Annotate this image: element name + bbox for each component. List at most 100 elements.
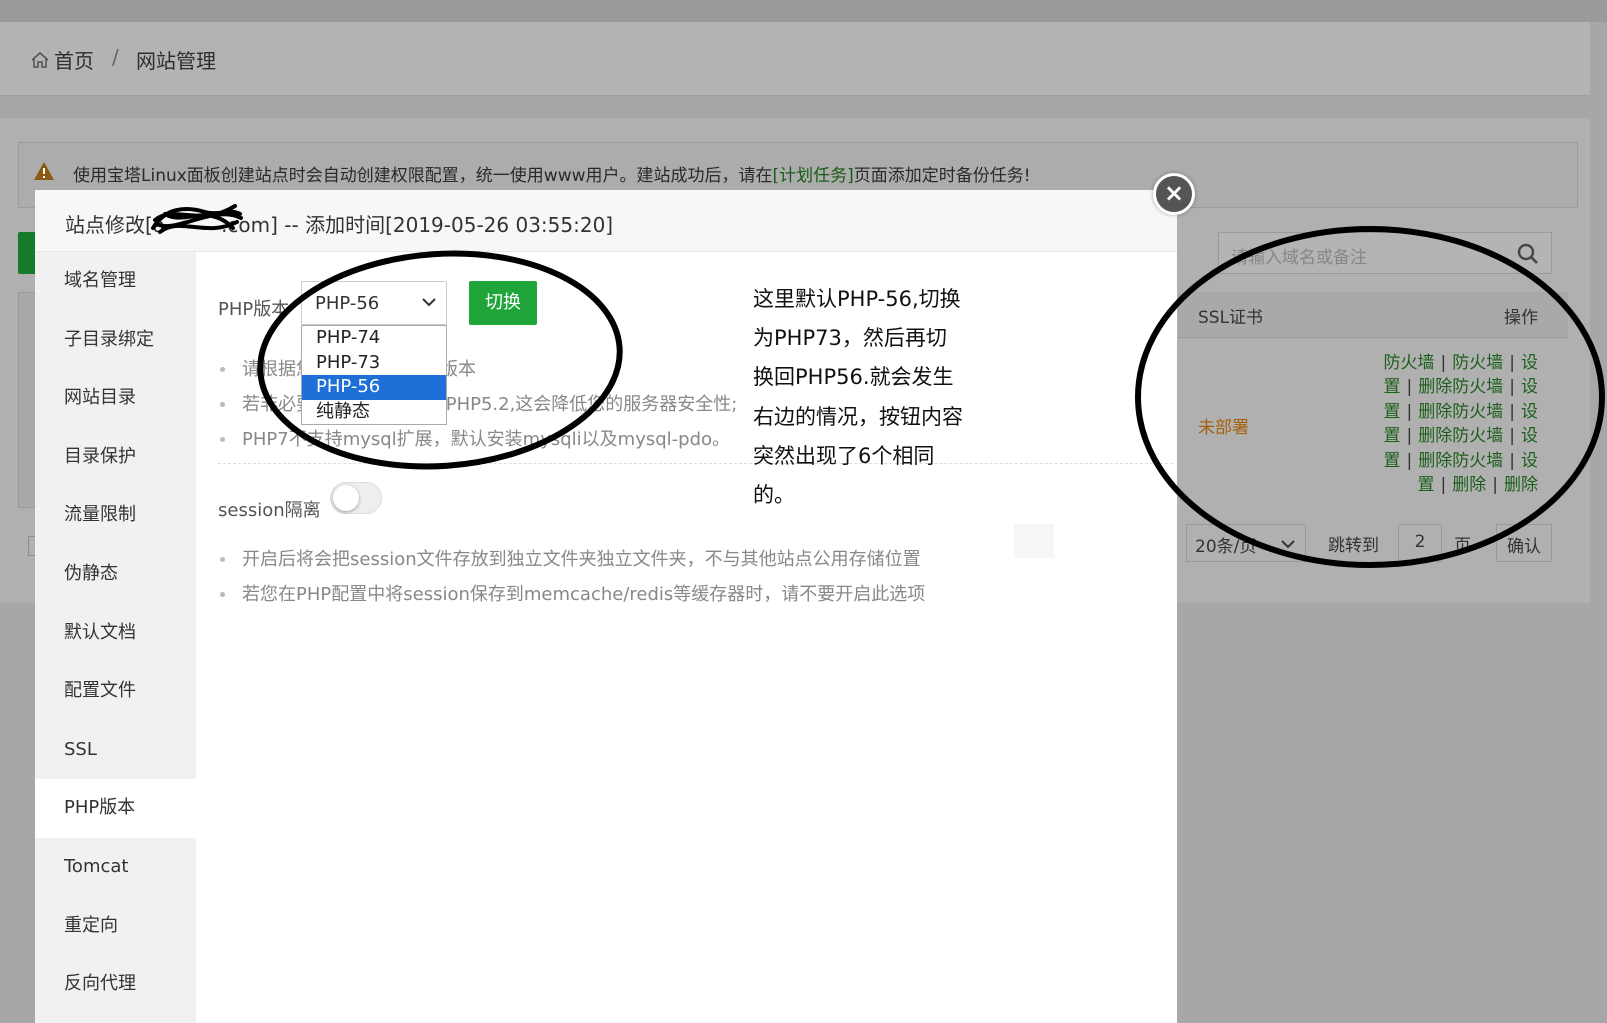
action-link[interactable]: 删除 (1452, 475, 1486, 495)
action-link[interactable]: 置 (1384, 426, 1401, 446)
action-separator: | (1406, 426, 1413, 447)
search-icon[interactable] (1517, 243, 1539, 265)
php-option[interactable]: PHP-74 (302, 326, 446, 351)
action-link[interactable]: 置 (1418, 475, 1435, 495)
page-input[interactable]: 2 (1398, 524, 1442, 562)
action-link[interactable]: 置 (1384, 402, 1401, 422)
modal-header: 站点修改[a .com] -- 添加时间[2019-05-26 03:55:20] (35, 190, 1177, 252)
session-isolation-toggle[interactable] (330, 482, 382, 514)
action-link[interactable]: 设 (1521, 426, 1538, 446)
action-separator: | (1509, 353, 1515, 373)
breadcrumb-separator: / (112, 45, 119, 69)
action-link[interactable]: 设 (1521, 353, 1538, 373)
action-link[interactable]: 设 (1521, 402, 1538, 422)
php-version-dropdown: PHP-74 PHP-73 PHP-56 纯静态 (301, 325, 447, 425)
action-line: 置 | 删除防火墙 | 设 (1384, 400, 1538, 424)
php-version-panel: PHP版本 PHP-56 切换 请根据您的程序需求选择版本 若非必要,请尽量不要… (196, 252, 1177, 1023)
menu-item[interactable]: 伪静态 (35, 545, 196, 604)
action-line: 置 | 删除防火墙 | 设 (1384, 449, 1538, 473)
menu-item[interactable]: Tomcat (35, 838, 196, 897)
session-isolation-label: session隔离 (218, 500, 321, 521)
action-link[interactable]: 设 (1521, 451, 1538, 471)
cron-task-link[interactable]: [计划任务] (773, 166, 854, 186)
session-tip: 开启后将会把session文件存放到独立文件夹独立文件夹，不与其他站点公用存储位… (218, 542, 1118, 577)
action-separator: | (1406, 401, 1413, 422)
session-tip: 若您在PHP配置中将session保存到memcache/redis等缓存器时，… (218, 577, 1118, 612)
annotation-line: 的。 (753, 483, 795, 508)
php-option[interactable]: PHP-56 (302, 375, 446, 400)
breadcrumb: 首页 / 网站管理 (0, 22, 1590, 96)
menu-item[interactable]: 反向代理 (35, 955, 196, 1014)
menu-item[interactable]: 流量限制 (35, 486, 196, 545)
alert-text: 使用宝塔Linux面板创建站点时会自动创建权限配置，统一使用www用户。建站成功… (73, 166, 1031, 186)
menu-item[interactable]: 默认文档 (35, 604, 196, 663)
menu-item[interactable]: 重定向 (35, 897, 196, 956)
action-link[interactable]: 设 (1521, 377, 1538, 397)
pagination: 20条/页 跳转到 2 页 确认 (1178, 522, 1568, 564)
top-bar (0, 0, 1607, 22)
action-link[interactable]: 删除防火墙 (1418, 377, 1503, 397)
menu-item[interactable]: PHP版本 (35, 779, 196, 838)
action-line: 防火墙 | 防火墙 | 设 (1384, 351, 1538, 375)
action-separator: | (1509, 377, 1515, 398)
page-unit-label: 页 (1454, 536, 1471, 556)
ssl-status[interactable]: 未部署 (1198, 413, 1249, 438)
menu-item[interactable]: SSL (35, 721, 196, 780)
site-edit-modal: 站点修改[a .com] -- 添加时间[2019-05-26 03:55:20]… (35, 190, 1177, 1023)
home-icon (31, 51, 49, 68)
action-separator: | (1509, 426, 1515, 447)
action-link[interactable]: 防火墙 (1384, 353, 1435, 373)
php-version-selected: PHP-56 (315, 293, 380, 314)
action-link[interactable]: 删除防火墙 (1418, 402, 1503, 422)
annotation-line: 突然出现了6个相同 (753, 443, 935, 468)
search-input[interactable]: 请输入域名或备注 (1231, 243, 1367, 268)
action-separator: | (1440, 353, 1447, 373)
session-tips: 开启后将会把session文件存放到独立文件夹独立文件夹，不与其他站点公用存储位… (218, 542, 1118, 612)
action-separator: | (1440, 475, 1447, 496)
annotation-line: 为PHP73，然后再切 (753, 326, 947, 351)
table-row: 未部署 防火墙 | 防火墙 | 设置 | 删除防火墙 | 设置 | 删除防火墙 | 设置 | 删除防火墙 | 设… (1178, 340, 1568, 505)
jump-to-label: 跳转到 (1328, 536, 1379, 556)
action-link[interactable]: 防火墙 (1452, 353, 1503, 373)
php-tip: PHP7不支持mysql扩展，默认安装mysqli以及mysql-pdo。 (218, 422, 778, 457)
toggle-knob (333, 485, 359, 511)
action-separator: | (1406, 377, 1413, 398)
action-line: 置 | 删除 | 删除 (1384, 473, 1538, 497)
action-link[interactable]: 删除 (1504, 475, 1538, 495)
section-divider (218, 463, 1173, 464)
menu-item[interactable]: 配置文件 (35, 662, 196, 721)
row-actions: 防火墙 | 防火墙 | 设置 | 删除防火墙 | 设置 | 删除防火墙 | 设置 | 删除防火墙 | 设置 | 删除… (1384, 351, 1538, 497)
action-line: 置 | 删除防火墙 | 设 (1384, 424, 1538, 448)
search-box[interactable]: 请输入域名或备注 (1218, 232, 1552, 274)
php-version-label: PHP版本 (218, 299, 290, 320)
action-line: 置 | 删除防火墙 | 设 (1384, 375, 1538, 399)
chevron-down-icon (422, 298, 436, 307)
annotation-line: 右边的情况，按钮内容 (753, 404, 963, 429)
php-version-select[interactable]: PHP-56 (301, 281, 447, 325)
close-modal-button[interactable]: × (1153, 173, 1195, 215)
menu-item[interactable]: 域名管理 (35, 252, 196, 311)
breadcrumb-current: 网站管理 (136, 49, 216, 73)
action-link[interactable]: 删除防火墙 (1418, 451, 1503, 471)
action-link[interactable]: 置 (1384, 377, 1401, 397)
page-size-select[interactable]: 20条/页 (1186, 524, 1306, 562)
switch-php-button[interactable]: 切换 (469, 281, 537, 325)
menu-item[interactable]: 网站目录 (35, 369, 196, 428)
action-separator: | (1406, 450, 1413, 471)
confirm-button[interactable]: 确认 (1496, 524, 1552, 562)
table-header: SSL证书 操作 (1178, 292, 1568, 338)
php-option[interactable]: PHP-73 (302, 351, 446, 376)
breadcrumb-home[interactable]: 首页 (30, 45, 94, 74)
action-separator: | (1509, 450, 1515, 471)
annotation-line: 这里默认PHP-56,切换 (753, 287, 961, 311)
php-option[interactable]: 纯静态 (302, 400, 446, 425)
menu-item[interactable]: 子目录绑定 (35, 311, 196, 370)
ssl-column-header: SSL证书 (1198, 308, 1264, 328)
action-link[interactable]: 置 (1384, 451, 1401, 471)
action-separator: | (1509, 401, 1515, 422)
warning-icon (34, 162, 54, 180)
annotation-line: 换回PHP56.就会发生 (753, 365, 954, 390)
actions-column-header: 操作 (1504, 308, 1538, 328)
menu-item[interactable]: 目录保护 (35, 428, 196, 487)
action-link[interactable]: 删除防火墙 (1418, 426, 1503, 446)
